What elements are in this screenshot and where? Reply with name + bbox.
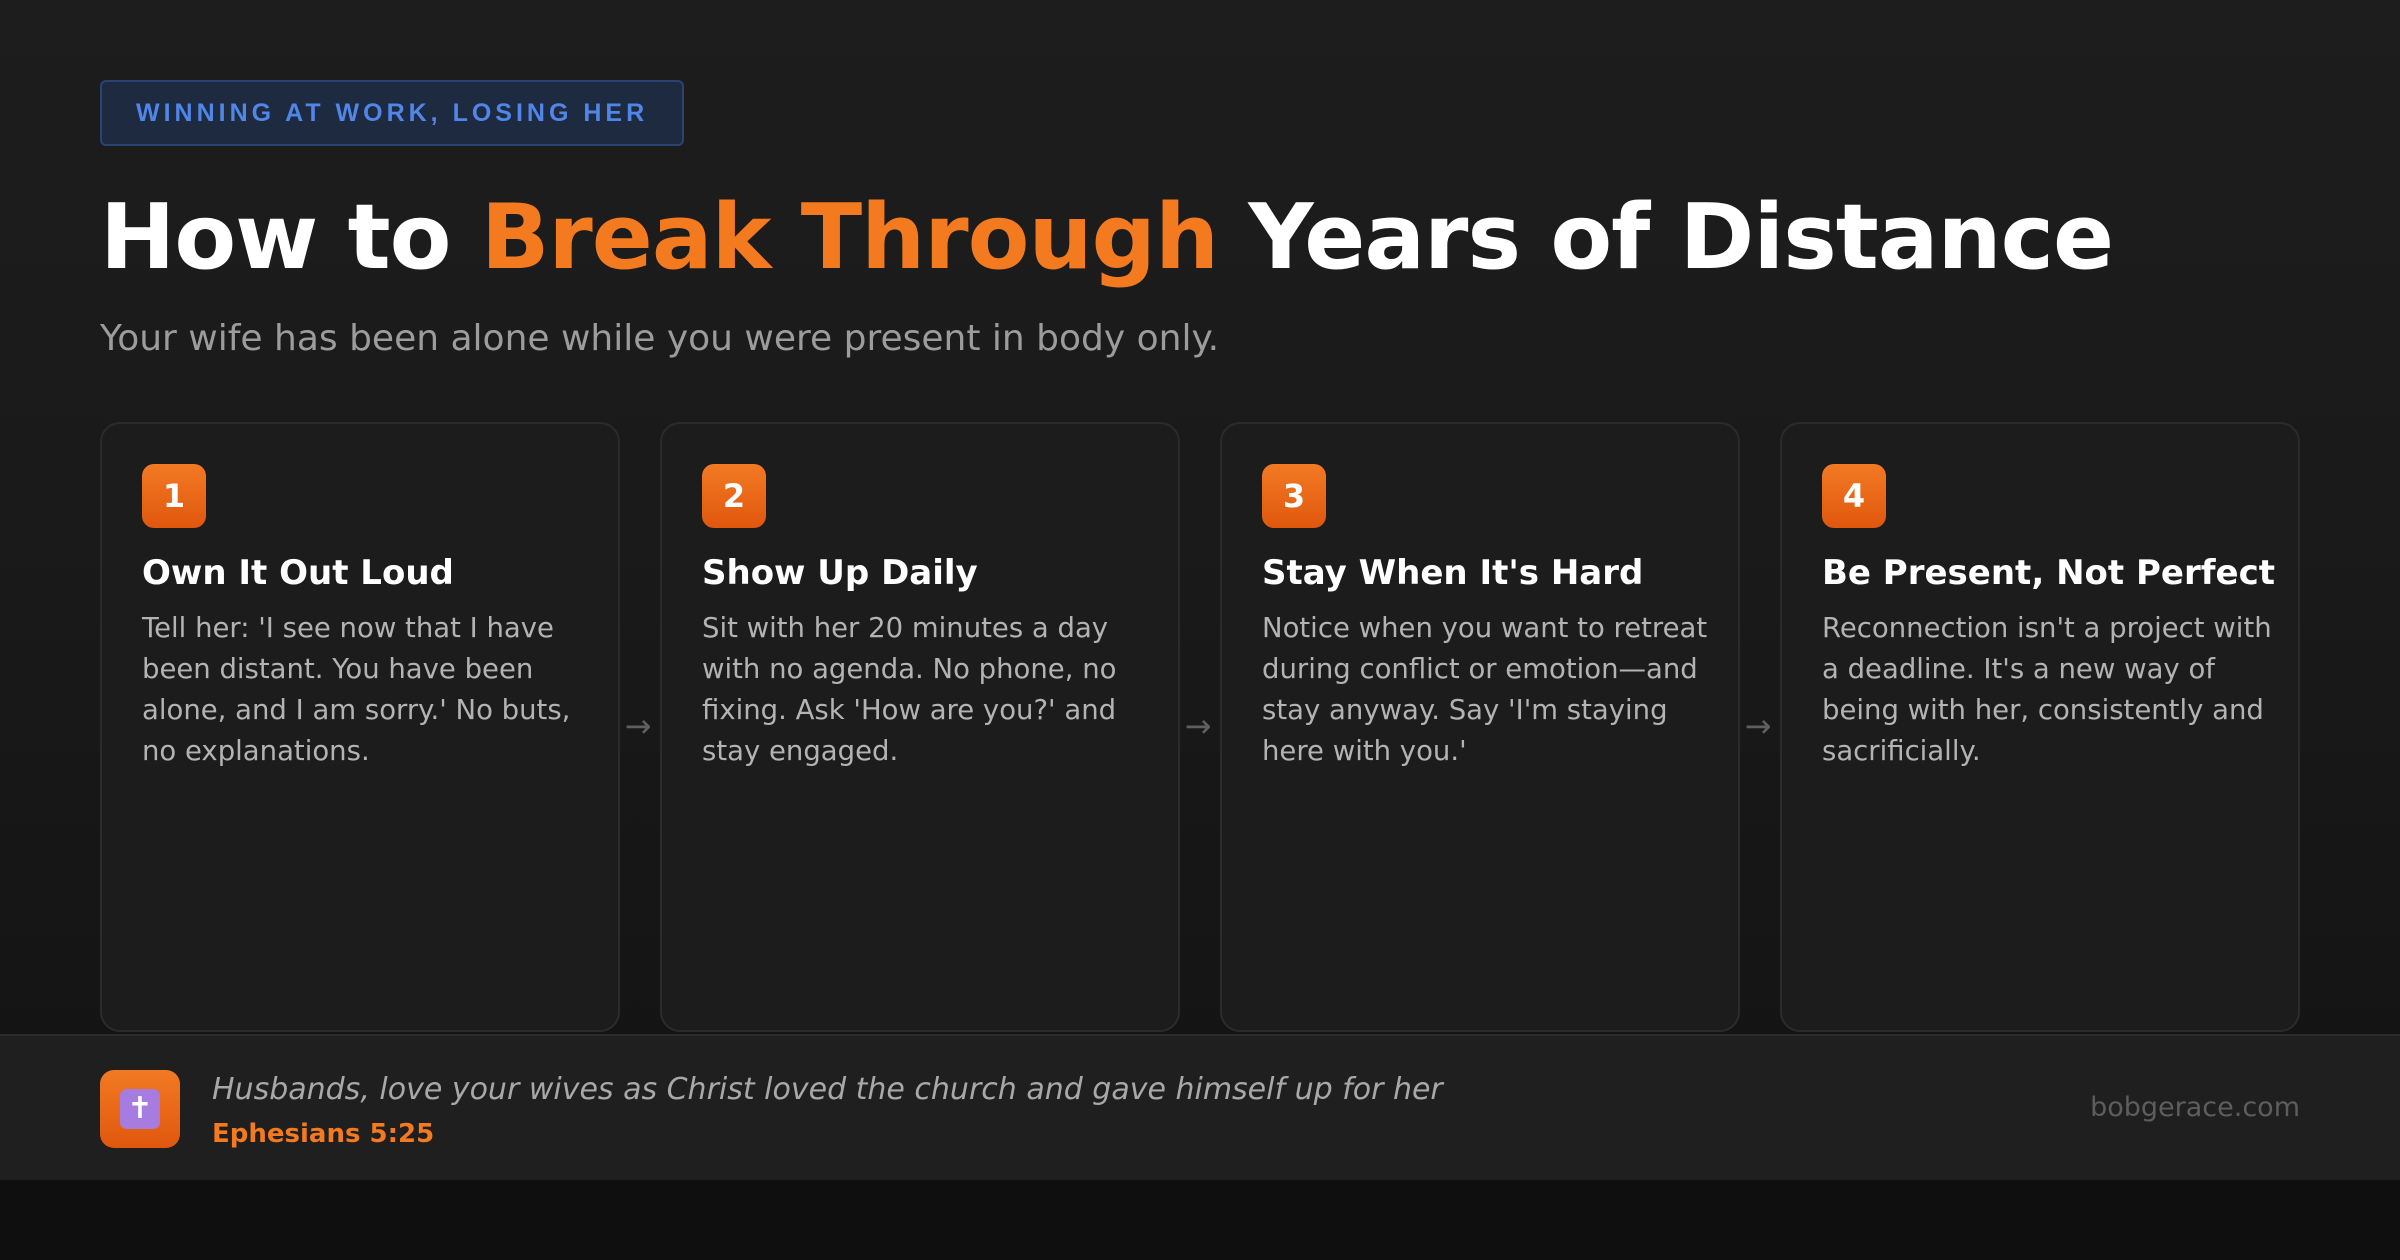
title-accent: Break Through <box>480 185 1219 290</box>
step-card-1: 1 Own It Out Loud Tell her: 'I see now t… <box>100 422 620 1032</box>
step-description: Reconnection isn't a project with a dead… <box>1822 612 2272 767</box>
cross-icon: ✝ <box>120 1089 160 1129</box>
step-card-3: 3 Stay When It's Hard Notice when you wa… <box>1220 422 1740 1032</box>
step-title: Own It Out Loud <box>142 553 454 593</box>
step-number-badge: 4 <box>1822 464 1886 528</box>
step-card-2: 2 Show Up Daily Sit with her 20 minutes … <box>660 422 1180 1032</box>
arrow-right-icon: → <box>1744 707 1772 745</box>
category-tag-label: WINNING AT WORK, LOSING HER <box>136 98 649 127</box>
step-number-badge: 2 <box>702 464 766 528</box>
title-part-1: How to <box>100 185 451 290</box>
arrow-right-icon: → <box>1184 707 1212 745</box>
title-part-2: Years of Distance <box>1248 185 2114 290</box>
cross-badge: ✝ <box>100 1070 180 1148</box>
step-title: Show Up Daily <box>702 553 978 593</box>
scripture-reference: Ephesians 5:25 <box>212 1119 435 1149</box>
scripture-verse: Husbands, love your wives as Christ love… <box>212 1072 1443 1107</box>
footer: ✝ Husbands, love your wives as Christ lo… <box>0 1034 2400 1180</box>
arrow-right-icon: → <box>624 707 652 745</box>
step-description: Notice when you want to retreat during c… <box>1262 612 1708 767</box>
bottom-strip <box>0 1180 2400 1260</box>
page-title: How to Break Through Years of Distance <box>100 178 2114 298</box>
step-number-badge: 1 <box>142 464 206 528</box>
step-description: Sit with her 20 minutes a day with no ag… <box>702 612 1117 767</box>
step-title: Stay When It's Hard <box>1262 553 1644 593</box>
category-tag: WINNING AT WORK, LOSING HER <box>100 80 685 146</box>
step-description: Tell her: 'I see now that I have been di… <box>142 612 571 767</box>
step-card-4: 4 Be Present, Not Perfect Reconnection i… <box>1780 422 2300 1032</box>
website-link[interactable]: bobgerace.com <box>2090 1090 2300 1126</box>
page-subtitle: Your wife has been alone while you were … <box>100 318 1220 359</box>
step-title: Be Present, Not Perfect <box>1822 553 2275 593</box>
step-number-badge: 3 <box>1262 464 1326 528</box>
